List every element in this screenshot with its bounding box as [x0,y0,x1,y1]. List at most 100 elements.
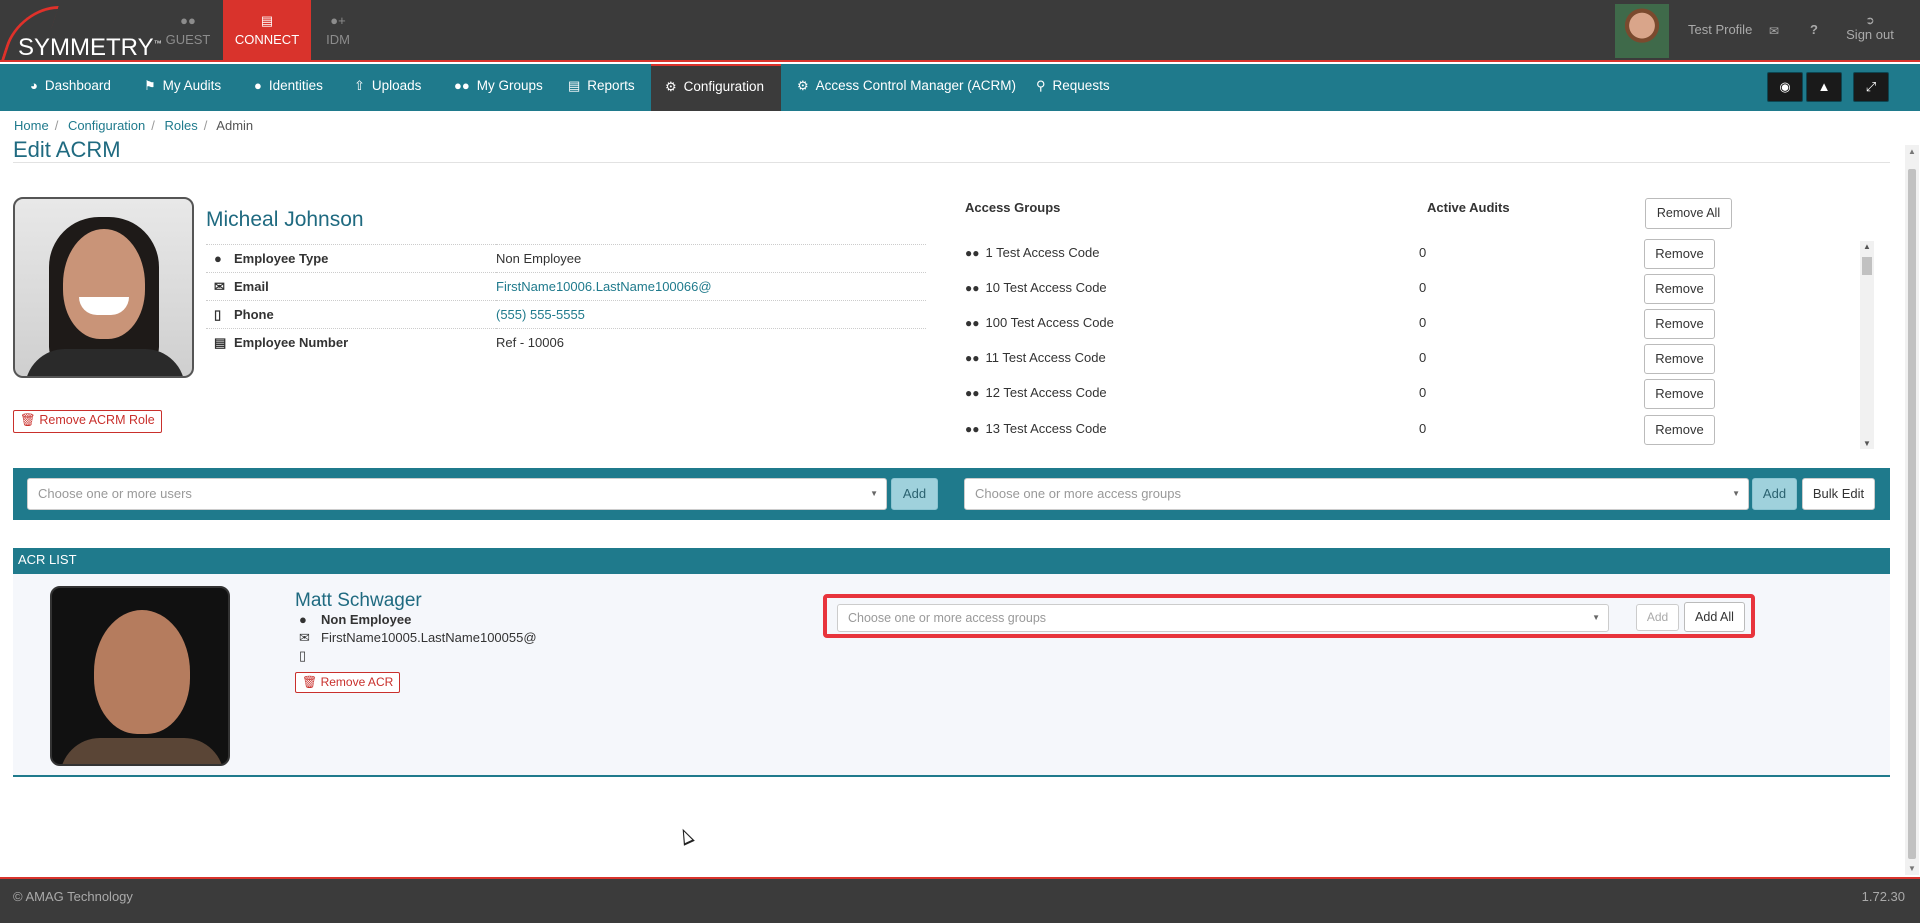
group-icon: ●● [965,316,980,330]
sign-out-icon: ➲ [1865,15,1875,27]
trash-icon: 🗑 [20,413,36,427]
top-bar: SYMMETRY™ ●● GUEST ▤ CONNECT ●+ IDM Test… [0,0,1920,62]
access-groups-header: Access Groups [965,200,1061,215]
app-tab-idm[interactable]: ●+ IDM [294,0,382,62]
breadcrumb-home[interactable]: Home [14,118,49,133]
sign-out-label: Sign out [1846,27,1894,42]
symmetry-logo[interactable]: SYMMETRY™ [1,4,162,61]
access-groups-select[interactable]: Choose one or more access groups ▼ [964,478,1749,510]
page-scrollbar[interactable]: ▲ ▼ [1905,145,1919,875]
remove-button[interactable]: Remove [1644,415,1715,445]
remove-button[interactable]: Remove [1644,239,1715,269]
remove-button[interactable]: Remove [1644,309,1715,339]
page-title: Edit ACRM [13,137,121,162]
gear-icon: ⚙ [797,78,809,93]
assignment-bar: Choose one or more users ▼ Add Choose on… [13,468,1890,520]
lock-button[interactable]: ▲ [1806,72,1842,102]
key-icon: ⚲ [1036,78,1046,93]
active-audits-header: Active Audits [1427,200,1510,215]
upload-icon: ⇧ [354,78,365,93]
person-photo [13,197,194,378]
scroll-down-icon[interactable]: ▼ [1863,439,1871,448]
id-card-icon: ▤ [214,334,227,350]
access-group-row: ●● 12 Test Access Code 0 Remove [962,379,1862,414]
info-row-employee-number: ▤ Employee Number Ref - 10006 [206,328,926,357]
nav-identities[interactable]: ● Identities [240,64,337,111]
footer: © AMAG Technology 1.72.30 [0,877,1920,923]
bulk-edit-button[interactable]: Bulk Edit [1802,478,1875,510]
nav-configuration[interactable]: ⚙ Configuration [651,64,781,111]
chart-icon: ▤ [568,78,581,93]
remove-acrm-role-button[interactable]: 🗑 Remove ACRM Role [13,410,162,433]
nav-acrm[interactable]: ⚙ Access Control Manager (ACRM) [783,64,1030,111]
page-scroll-thumb[interactable] [1908,169,1916,859]
nav-reports[interactable]: ▤ Reports [554,64,649,111]
dashboard-icon: ◕ [30,78,38,93]
acr-email: FirstName10005.LastName100055@ [321,630,537,645]
help-icon[interactable]: ? [1810,22,1818,37]
fullscreen-button[interactable]: ⤢ [1853,72,1889,102]
access-group-row: ●● 13 Test Access Code 0 Remove [962,415,1862,449]
main-nav: ◕ Dashboard ⚑ My Audits ● Identities ⇧ Uploa… [0,64,1920,111]
nav-dashboard[interactable]: ◕ Dashboard [16,64,125,111]
copyright: © AMAG Technology [13,889,133,904]
group-icon: ●● [965,351,980,365]
guest-icon: ●● [180,13,196,28]
scroll-up-icon[interactable]: ▲ [1863,242,1871,251]
breadcrumb-configuration[interactable]: Configuration [68,118,145,133]
add-access-groups-button[interactable]: Add [1752,478,1797,510]
nav-uploads[interactable]: ⇧ Uploads [340,64,435,111]
chevron-down-icon: ▼ [1592,613,1600,622]
acr-add-button[interactable]: Add [1636,604,1679,631]
globe-icon: ◉ [1779,79,1791,94]
nav-my-groups[interactable]: ●● My Groups [440,64,557,111]
idm-user-icon: ●+ [330,13,346,28]
mobile-icon: ▯ [214,306,222,322]
remove-button[interactable]: Remove [1644,344,1715,374]
chevron-down-icon: ▼ [870,489,878,498]
access-group-scroll-thumb[interactable] [1862,257,1872,275]
add-users-button[interactable]: Add [891,478,938,510]
remove-button[interactable]: Remove [1644,379,1715,409]
group-icon: ●● [965,246,980,260]
logo-text: SYMMETRY [18,34,154,61]
access-group-scrollbar[interactable]: ▲ ▼ [1860,241,1874,449]
breadcrumb-roles[interactable]: Roles [165,118,198,133]
access-group-row: ●● 10 Test Access Code 0 Remove [962,274,1862,309]
user-avatar[interactable] [1615,4,1669,58]
remove-all-button[interactable]: Remove All [1645,198,1732,229]
envelope-icon[interactable]: ✉ [1769,24,1779,38]
nav-my-audits[interactable]: ⚑ My Audits [130,64,235,111]
envelope-icon: ✉ [214,278,225,294]
person-info-table: ● Employee Type Non Employee ✉ Email First… [206,244,926,357]
app-tab-guest[interactable]: ●● GUEST [144,0,232,62]
acr-type: Non Employee [321,612,412,627]
remove-acr-button[interactable]: 🗑 Remove ACR [295,672,401,693]
email-link[interactable]: FirstName10006.LastName100066@ [496,279,712,294]
remove-button[interactable]: Remove [1644,274,1715,304]
scroll-down-icon[interactable]: ▼ [1908,864,1916,873]
trash-icon: 🗑 [302,675,318,689]
acr-add-all-button[interactable]: Add All [1684,602,1745,632]
breadcrumb: Home / Configuration / Roles / Admin [14,118,254,133]
acr-name: Matt Schwager [295,590,422,611]
nav-requests[interactable]: ⚲ Requests [1022,64,1124,111]
lock-icon: ▲ [1817,79,1831,94]
phone-link[interactable]: (555) 555-5555 [496,307,585,322]
user-icon: ● [214,251,222,266]
access-group-row: ●● 1 Test Access Code 0 Remove [962,239,1862,274]
users-select[interactable]: Choose one or more users ▼ [27,478,887,510]
breadcrumb-current: Admin [216,118,254,133]
access-group-list: ●● 1 Test Access Code 0 Remove ●● 10 Test … [962,239,1875,449]
scroll-up-icon[interactable]: ▲ [1908,147,1916,156]
expand-icon: ⤢ [1865,79,1877,94]
sign-out-button[interactable]: ➲ Sign out [1844,14,1896,42]
employee-type-value: Non Employee [496,244,926,273]
globe-button[interactable]: ◉ [1767,72,1803,102]
mobile-icon: ▯ [299,648,307,663]
info-row-phone: ▯ Phone (555) 555-5555 [206,300,926,329]
gear-icon: ⚙ [665,79,677,94]
acr-access-groups-select[interactable]: Choose one or more access groups ▼ [837,604,1609,632]
acr-photo [50,586,230,766]
profile-label[interactable]: Test Profile [1688,22,1752,37]
